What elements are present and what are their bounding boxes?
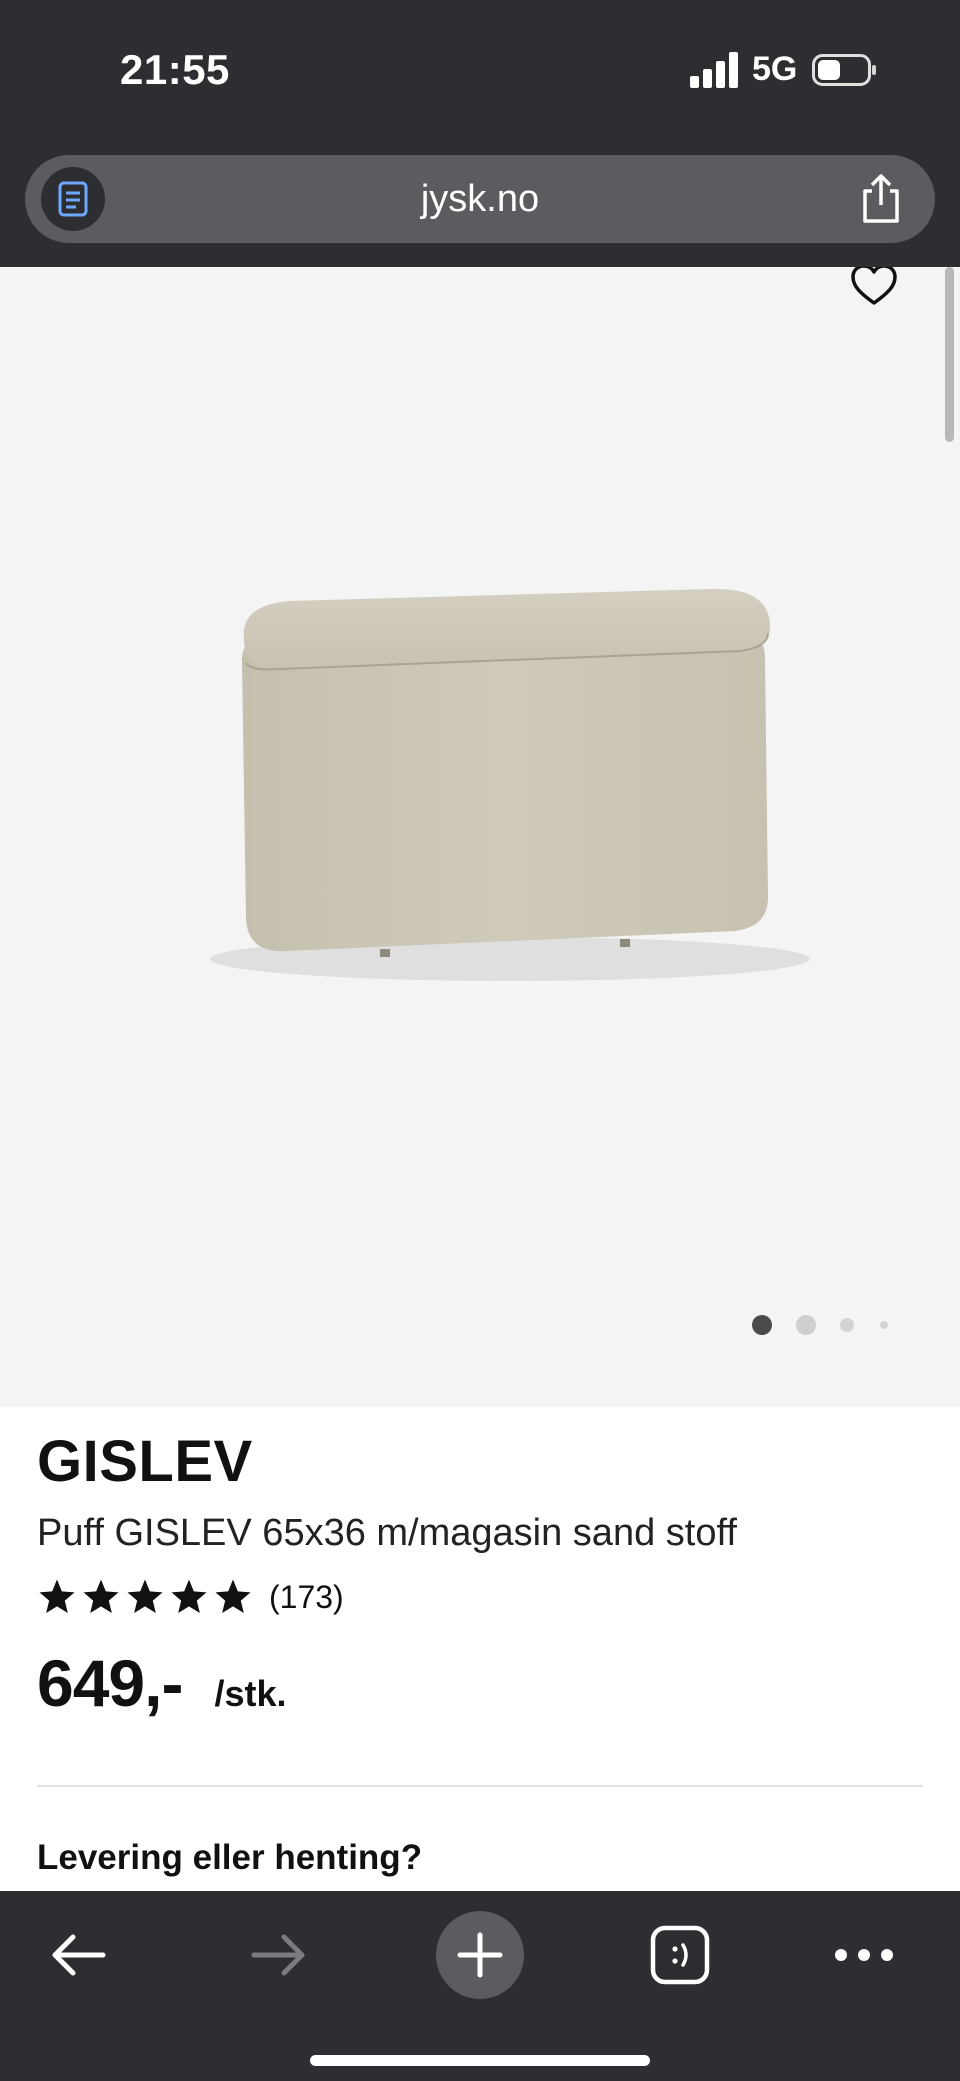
gallery-dot[interactable] xyxy=(840,1318,854,1332)
network-type: 5G xyxy=(752,50,798,88)
product-brand: GISLEV xyxy=(37,1429,253,1494)
product-title: Puff GISLEV 65x36 m/magasin sand stoff xyxy=(37,1512,737,1554)
status-bar: 21:55 5G xyxy=(0,0,960,140)
product-gallery[interactable] xyxy=(0,267,960,1407)
rating-stars xyxy=(37,1577,253,1617)
share-icon[interactable] xyxy=(857,173,905,225)
star-filled-icon xyxy=(39,1579,75,1613)
star-filled-icon xyxy=(215,1579,251,1613)
address-bar[interactable]: jysk.no xyxy=(25,155,935,243)
browser-toolbar xyxy=(0,1891,960,2081)
price-unit: /stk. xyxy=(214,1673,287,1714)
more-dots-icon xyxy=(835,1949,893,1961)
star-filled-icon xyxy=(127,1579,163,1613)
gallery-dot-active[interactable] xyxy=(752,1315,772,1335)
reader-button[interactable] xyxy=(41,167,105,231)
new-tab-plus-icon xyxy=(457,1932,503,1978)
gallery-dot[interactable] xyxy=(796,1315,816,1335)
forward-arrow-icon xyxy=(251,1934,305,1976)
star-filled-icon xyxy=(171,1579,207,1613)
heart-outline-icon[interactable] xyxy=(850,267,898,307)
reader-icon xyxy=(58,181,88,217)
battery-icon xyxy=(812,54,876,86)
product-price: 649,- xyxy=(37,1646,183,1720)
tabs-icon xyxy=(650,1925,710,1985)
delivery-heading: Levering eller henting? xyxy=(37,1838,423,1877)
tabs-button[interactable] xyxy=(636,1911,724,1999)
browser-chrome: jysk.no xyxy=(0,140,960,267)
rating-count[interactable]: (173) xyxy=(269,1579,344,1616)
product-image[interactable] xyxy=(180,567,820,997)
price-row: 649,- /stk. xyxy=(37,1645,286,1721)
home-indicator[interactable] xyxy=(310,2055,650,2066)
forward-button[interactable] xyxy=(235,1911,323,1999)
scrollbar-thumb[interactable] xyxy=(945,267,954,442)
url-text[interactable]: jysk.no xyxy=(25,155,935,243)
signal-bars-icon xyxy=(690,52,738,88)
new-tab-button[interactable] xyxy=(436,1911,524,1999)
star-filled-icon xyxy=(83,1579,119,1613)
product-rating[interactable]: (173) xyxy=(37,1572,344,1622)
back-arrow-icon xyxy=(52,1934,106,1976)
more-button[interactable] xyxy=(820,1911,908,1999)
gallery-pagination[interactable] xyxy=(750,1315,890,1339)
gallery-dot[interactable] xyxy=(880,1321,888,1329)
divider xyxy=(37,1785,923,1787)
back-button[interactable] xyxy=(34,1911,122,1999)
status-time: 21:55 xyxy=(120,46,230,93)
